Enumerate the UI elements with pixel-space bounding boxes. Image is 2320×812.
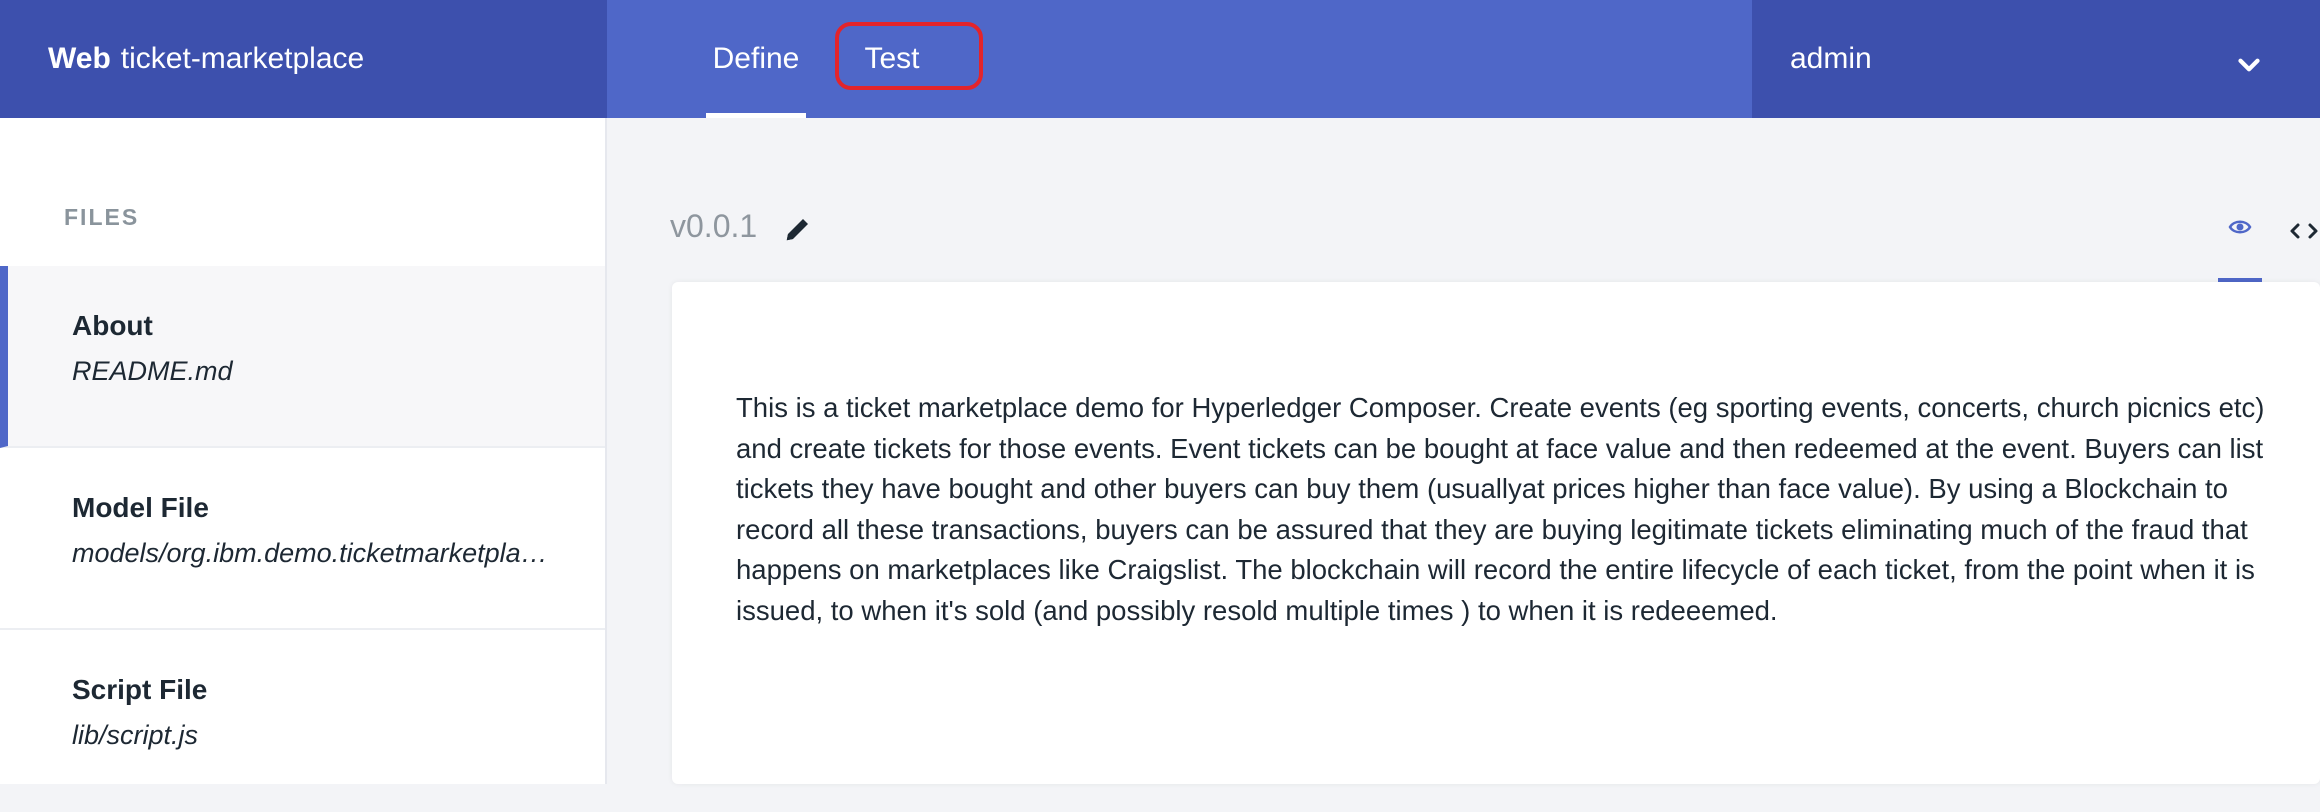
business-network-name: ticket-marketplace	[120, 42, 365, 75]
pencil-icon[interactable]	[783, 214, 813, 244]
file-title: About	[72, 310, 153, 341]
version-label: v0.0.1	[670, 208, 758, 244]
app-brand[interactable]: Web ticket-marketplace	[0, 0, 607, 118]
main-nav: Define Test	[607, 0, 1752, 118]
top-bar: Web ticket-marketplace Define Test admin	[0, 0, 2320, 118]
preview-toggle-button[interactable]	[2218, 212, 2262, 282]
user-menu[interactable]: admin	[1752, 0, 2320, 118]
file-item-about[interactable]: About README.md	[0, 266, 605, 448]
readme-content: This is a ticket marketplace demo for Hy…	[736, 392, 2265, 626]
tab-test-label: Test	[864, 42, 920, 75]
file-path: README.md	[72, 356, 233, 386]
file-sidebar: FILES About README.md Model File models/…	[0, 118, 607, 784]
user-name: admin	[1790, 42, 1872, 75]
files-section-label: FILES	[64, 204, 140, 230]
file-title: Script File	[72, 674, 208, 705]
file-title: Model File	[72, 492, 209, 523]
chevron-down-icon[interactable]	[2232, 48, 2266, 82]
active-tab-underline	[706, 113, 806, 118]
tab-define-label: Define	[712, 42, 800, 75]
file-item-script[interactable]: Script File lib/script.js	[0, 630, 605, 812]
readme-preview: This is a ticket marketplace demo for Hy…	[672, 282, 2320, 784]
tab-test[interactable]: Test	[835, 0, 949, 118]
tab-define[interactable]: Define	[706, 0, 806, 118]
brand-prefix: Web	[48, 42, 111, 75]
eye-icon	[2228, 220, 2252, 234]
file-path: models/org.ibm.demo.ticketmarketplace.ct…	[72, 538, 552, 568]
file-item-model[interactable]: Model File models/org.ibm.demo.ticketmar…	[0, 448, 605, 630]
code-icon[interactable]	[2288, 216, 2320, 246]
file-path: lib/script.js	[72, 720, 199, 750]
